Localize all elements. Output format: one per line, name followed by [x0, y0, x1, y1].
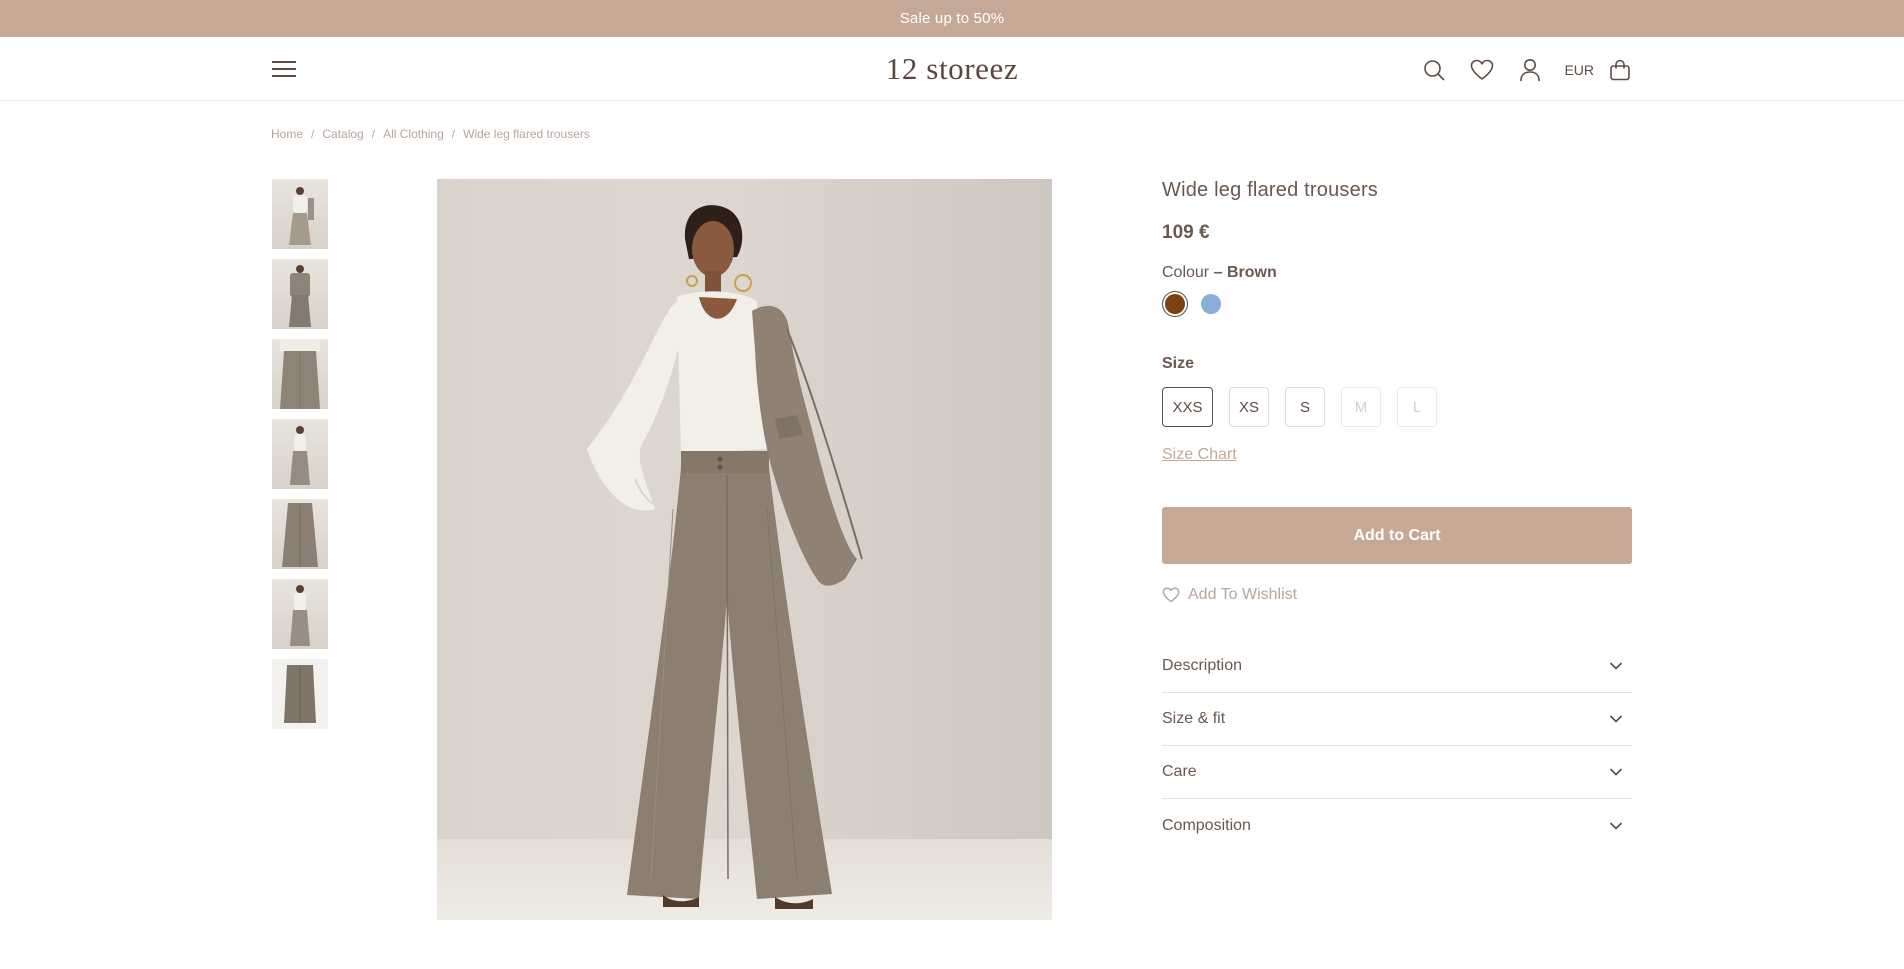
- product-accordion: Description Size & fit Care Composition: [1162, 640, 1632, 852]
- size-chart-link[interactable]: Size Chart: [1162, 446, 1237, 464]
- thumbnail-gallery: [272, 179, 328, 739]
- add-to-cart-button[interactable]: Add to Cart: [1162, 507, 1632, 564]
- product-thumbnail[interactable]: [272, 419, 328, 489]
- product-title: Wide leg flared trousers: [1162, 179, 1379, 201]
- search-icon[interactable]: [1420, 56, 1448, 84]
- breadcrumb-separator: /: [451, 127, 456, 141]
- accordion-composition[interactable]: Composition: [1162, 799, 1632, 852]
- accordion-label: Care: [1162, 763, 1197, 780]
- product-thumbnail[interactable]: [272, 579, 328, 649]
- breadcrumb-separator: /: [371, 127, 376, 141]
- heart-icon[interactable]: [1468, 56, 1496, 84]
- size-options: XXS XS S M L: [1162, 387, 1632, 427]
- size-option-xs[interactable]: XS: [1229, 387, 1269, 427]
- product-price: 109 €: [1162, 222, 1210, 243]
- size-label: Size: [1162, 355, 1195, 372]
- wishlist-label: Add To Wishlist: [1188, 586, 1298, 603]
- breadcrumb-current: Wide leg flared trousers: [463, 127, 590, 141]
- product-thumbnail[interactable]: [272, 259, 328, 329]
- accordion-care[interactable]: Care: [1162, 746, 1632, 799]
- chevron-down-icon: [1610, 768, 1622, 776]
- product-thumbnail[interactable]: [272, 659, 328, 729]
- accordion-size-fit[interactable]: Size & fit: [1162, 693, 1632, 746]
- promo-banner[interactable]: Sale up to 50%: [0, 0, 1904, 37]
- site-header: 12 storeez EUR: [0, 37, 1904, 101]
- product-thumbnail[interactable]: [272, 499, 328, 569]
- user-icon[interactable]: [1516, 56, 1544, 84]
- breadcrumb-catalog[interactable]: Catalog: [322, 127, 363, 141]
- currency-selector[interactable]: EUR: [1564, 62, 1594, 78]
- accordion-label: Composition: [1162, 816, 1251, 834]
- swatch-brown[interactable]: [1165, 294, 1185, 314]
- colour-label-text: Colour: [1162, 264, 1210, 281]
- swatch-blue[interactable]: [1201, 294, 1221, 314]
- size-option-m[interactable]: M: [1341, 387, 1381, 427]
- bag-icon[interactable]: [1606, 56, 1634, 84]
- chevron-down-icon: [1610, 715, 1622, 723]
- promo-text: Sale up to 50%: [899, 10, 1005, 27]
- size-option-xxs[interactable]: XXS: [1162, 387, 1213, 427]
- chevron-down-icon: [1610, 822, 1622, 829]
- add-to-wishlist-button[interactable]: Add To Wishlist: [1162, 586, 1632, 604]
- breadcrumb-home[interactable]: Home: [271, 127, 303, 141]
- product-main-image[interactable]: [437, 179, 1052, 920]
- breadcrumb-separator: /: [311, 127, 315, 141]
- colour-value: – Brown: [1213, 264, 1277, 281]
- breadcrumb-all-clothing[interactable]: All Clothing: [383, 127, 444, 141]
- colour-swatches: [1162, 294, 1632, 314]
- chevron-down-icon: [1610, 662, 1622, 670]
- product-info: Wide leg flared trousers 109 € Colour – …: [1162, 179, 1632, 852]
- colour-label: Colour – Brown: [1162, 264, 1632, 282]
- breadcrumb: Home / Catalog / All Clothing / Wide leg…: [271, 127, 590, 141]
- header-actions: EUR: [1400, 56, 1634, 84]
- accordion-description[interactable]: Description: [1162, 640, 1632, 693]
- heart-icon: [1162, 587, 1180, 603]
- size-option-l[interactable]: L: [1397, 387, 1437, 427]
- accordion-label: Size & fit: [1162, 710, 1226, 727]
- product-thumbnail[interactable]: [272, 179, 328, 249]
- product-photo-illustration: [437, 205, 1052, 920]
- size-option-s[interactable]: S: [1285, 387, 1325, 427]
- accordion-label: Description: [1162, 657, 1243, 674]
- product-thumbnail[interactable]: [272, 339, 328, 409]
- logo-text[interactable]: 12 storeez: [886, 51, 1019, 86]
